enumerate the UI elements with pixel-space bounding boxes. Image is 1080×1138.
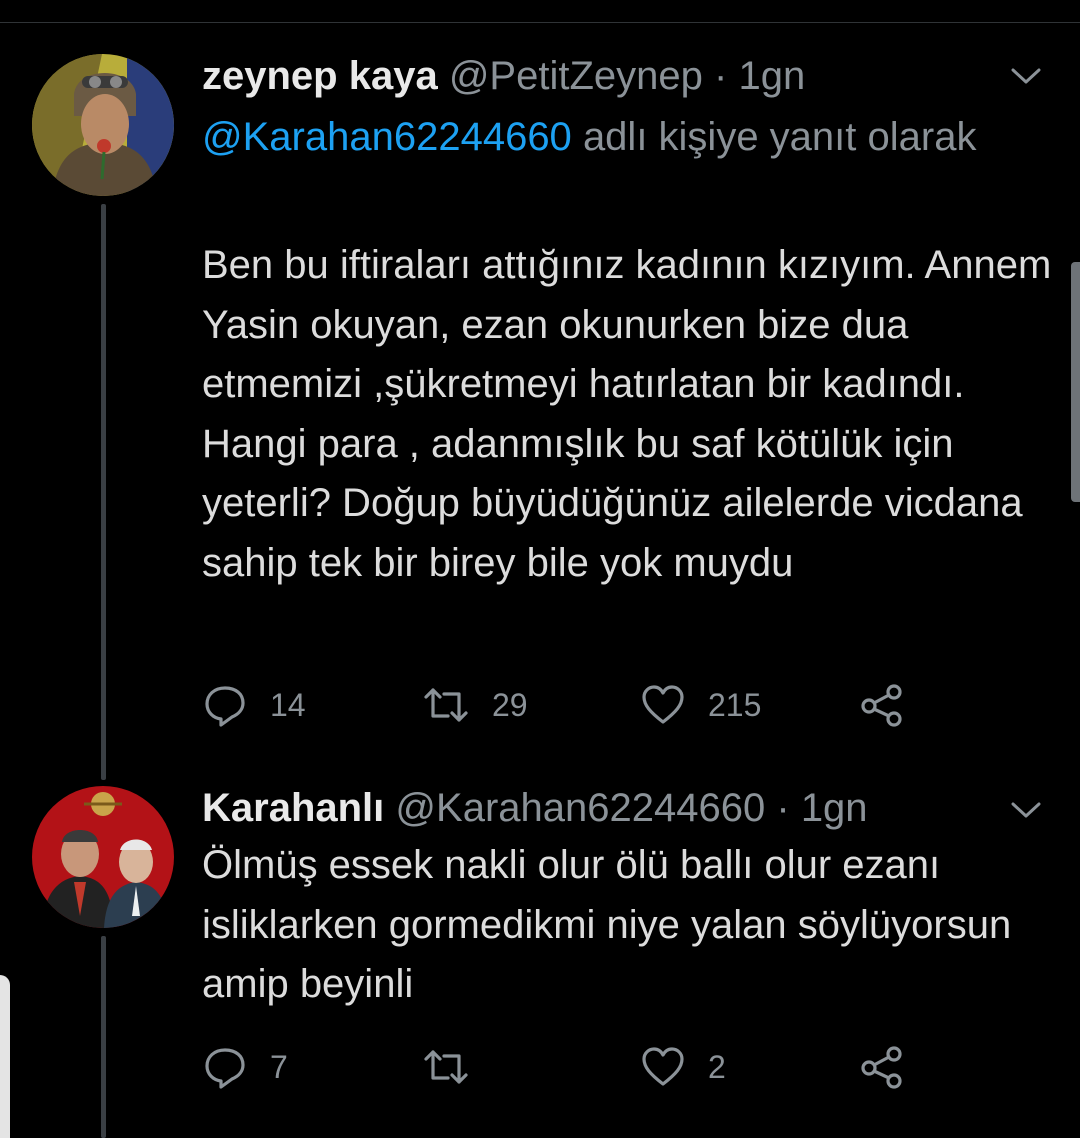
tweet-header: Karahanlı @Karahan62244660 · 1gn bbox=[202, 784, 868, 832]
handle[interactable]: @Karahan62244660 bbox=[395, 786, 765, 830]
timestamp[interactable]: 1gn bbox=[801, 786, 868, 830]
reply-button[interactable]: 7 bbox=[202, 1042, 288, 1092]
reply-context: @Karahan62244660 adlı kişiye yanıt olara… bbox=[202, 108, 1022, 166]
retweet-button[interactable]: 29 bbox=[422, 680, 528, 730]
chevron-down-icon[interactable] bbox=[1006, 56, 1046, 96]
tweet-actions: 7 2 bbox=[202, 1042, 922, 1092]
reply-button[interactable]: 14 bbox=[202, 680, 306, 730]
scrollbar-thumb[interactable] bbox=[1071, 262, 1080, 502]
tweet-text: Ölmüş essek nakli olur ölü ballı olur ez… bbox=[202, 843, 1012, 1006]
separator: · bbox=[776, 786, 790, 830]
reply-icon bbox=[202, 682, 248, 728]
like-count: 215 bbox=[708, 686, 762, 723]
share-button[interactable] bbox=[860, 1042, 904, 1092]
retweet-count: 29 bbox=[492, 686, 528, 723]
timestamp[interactable]: 1gn bbox=[738, 54, 805, 98]
tweet-text: Ben bu iftiraları attığınız kadının kızı… bbox=[202, 243, 1052, 585]
reply-icon bbox=[202, 1044, 248, 1090]
avatar[interactable] bbox=[32, 54, 174, 196]
edge-overlay bbox=[0, 975, 10, 1138]
heart-icon bbox=[640, 682, 686, 728]
thread-line bbox=[101, 204, 106, 780]
share-icon bbox=[860, 1044, 904, 1090]
reply-count: 14 bbox=[270, 686, 306, 723]
chevron-down-icon[interactable] bbox=[1006, 790, 1046, 830]
retweet-icon bbox=[422, 682, 470, 728]
retweet-icon bbox=[422, 1044, 470, 1090]
tweet[interactable]: Karahanlı @Karahan62244660 · 1gn Ölmüş e… bbox=[0, 780, 1080, 1138]
avatar[interactable] bbox=[32, 786, 174, 928]
like-button[interactable]: 215 bbox=[640, 680, 761, 730]
tweet[interactable]: zeynep kaya @PetitZeynep · 1gn @Karahan6… bbox=[0, 0, 1080, 780]
like-button[interactable]: 2 bbox=[640, 1042, 726, 1092]
reply-to-handle[interactable]: @Karahan62244660 bbox=[202, 115, 572, 159]
display-name[interactable]: Karahanlı bbox=[202, 786, 384, 830]
retweet-button[interactable] bbox=[422, 1042, 492, 1092]
heart-icon bbox=[640, 1044, 686, 1090]
tweet-actions: 14 29 215 bbox=[202, 680, 922, 730]
reply-count: 7 bbox=[270, 1048, 288, 1085]
handle[interactable]: @PetitZeynep bbox=[449, 54, 703, 98]
reply-to-suffix: adlı kişiye yanıt olarak bbox=[582, 115, 977, 159]
like-count: 2 bbox=[708, 1048, 726, 1085]
separator: · bbox=[714, 54, 728, 98]
tweet-header: zeynep kaya @PetitZeynep · 1gn bbox=[202, 52, 805, 100]
share-icon bbox=[860, 682, 904, 728]
share-button[interactable] bbox=[860, 680, 904, 730]
thread-line bbox=[101, 936, 106, 1138]
display-name[interactable]: zeynep kaya bbox=[202, 54, 438, 98]
